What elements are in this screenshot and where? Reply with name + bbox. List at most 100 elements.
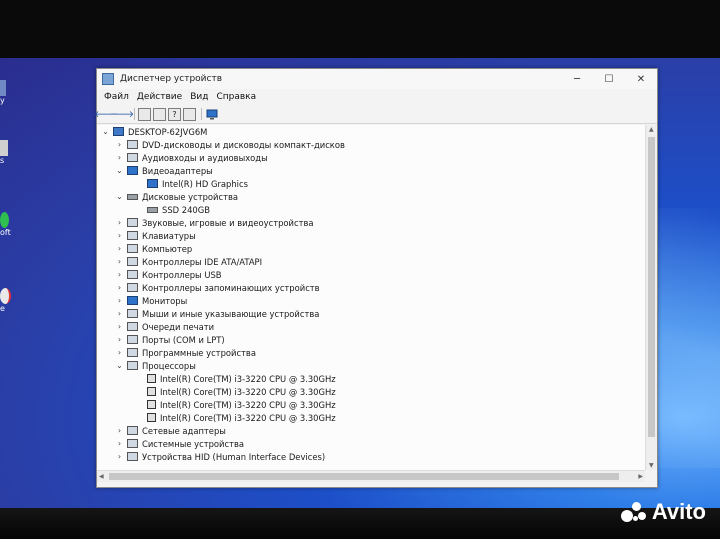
desktop-icon-4[interactable]: e	[0, 288, 14, 313]
tree-category-item[interactable]: ⌄ Видеоадаптеры	[115, 164, 213, 177]
expand-chevron-icon[interactable]: ›	[115, 426, 124, 435]
scan-hardware-monitor-icon[interactable]	[205, 108, 219, 121]
close-button[interactable]: ✕	[625, 74, 657, 85]
desktop-icon-graphic	[0, 288, 11, 304]
expand-chevron-icon[interactable]: ›	[115, 257, 124, 266]
forward-arrow-icon[interactable]: 🡒	[110, 108, 134, 121]
disk-drive-icon	[147, 206, 158, 213]
device-category-icon	[127, 218, 138, 227]
tree-category-item[interactable]: ⌄ Дисковые устройства	[115, 190, 238, 203]
tree-category-item[interactable]: › DVD-дисководы и дисководы компакт-диско…	[115, 138, 345, 151]
desktop-icon-label: e	[0, 304, 5, 313]
update-driver-icon[interactable]	[153, 107, 166, 121]
collapse-chevron-icon[interactable]: ⌄	[115, 192, 124, 201]
scroll-left-arrow-icon[interactable]: ◀	[99, 473, 104, 480]
tree-item-label: Клавиатуры	[142, 230, 196, 241]
cpu-chip-icon	[147, 413, 156, 422]
tree-item-label: Устройства HID (Human Interface Devices)	[142, 451, 326, 462]
tree-category-item[interactable]: › Мониторы	[115, 294, 187, 307]
tree-device-item[interactable]: Intel(R) Core(TM) i3-3220 CPU @ 3.30GHz	[135, 385, 336, 398]
cpu-chip-icon	[147, 374, 156, 383]
expand-chevron-icon[interactable]: ›	[115, 322, 124, 331]
view-resources-icon[interactable]	[183, 107, 196, 121]
tree-category-item[interactable]: › Клавиатуры	[115, 229, 196, 242]
device-category-icon	[127, 140, 138, 149]
tree-item-label: Контроллеры IDE ATA/ATAPI	[142, 256, 263, 267]
expand-chevron-icon[interactable]: ›	[115, 218, 124, 227]
horizontal-scrollbar[interactable]: ◀ ▶	[97, 470, 645, 482]
expand-chevron-icon[interactable]: ›	[115, 140, 124, 149]
tree-device-item[interactable]: Intel(R) Core(TM) i3-3220 CPU @ 3.30GHz	[135, 411, 336, 424]
expand-chevron-icon[interactable]: ›	[115, 348, 124, 357]
maximize-button[interactable]: ☐	[593, 74, 625, 85]
device-category-icon	[127, 283, 138, 292]
tree-category-item[interactable]: › Программные устройства	[115, 346, 256, 359]
tree-category-item[interactable]: › Системные устройства	[115, 437, 244, 450]
horizontal-scroll-thumb[interactable]	[109, 473, 619, 480]
cpu-chip-icon	[147, 387, 156, 396]
menu-help[interactable]: Справка	[212, 92, 260, 102]
device-category-icon	[127, 309, 138, 318]
collapse-chevron-icon[interactable]: ⌄	[115, 361, 124, 370]
desktop-icon-1[interactable]: y	[0, 80, 14, 105]
tree-category-item[interactable]: › Сетевые адаптеры	[115, 424, 226, 437]
tree-category-item[interactable]: › Звуковые, игровые и видеоустройства	[115, 216, 314, 229]
collapse-chevron-icon[interactable]: ⌄	[115, 166, 124, 175]
expand-chevron-icon[interactable]: ›	[115, 296, 124, 305]
tree-category-item[interactable]: › Порты (COM и LPT)	[115, 333, 225, 346]
desktop-icon-2[interactable]: s	[0, 140, 14, 165]
tree-device-item[interactable]: Intel(R) Core(TM) i3-3220 CPU @ 3.30GHz	[135, 398, 336, 411]
collapse-chevron-icon[interactable]: ⌄	[101, 127, 110, 136]
expand-chevron-icon[interactable]: ›	[115, 452, 124, 461]
tree-category-item[interactable]: › Контроллеры IDE ATA/ATAPI	[115, 255, 262, 268]
title-bar[interactable]: Диспетчер устройств ─ ☐ ✕	[97, 69, 657, 89]
expand-chevron-icon[interactable]: ›	[115, 270, 124, 279]
expand-chevron-icon[interactable]: ›	[115, 335, 124, 344]
tree-category-item[interactable]: ⌄ Процессоры	[115, 359, 196, 372]
expand-chevron-icon[interactable]: ›	[115, 309, 124, 318]
tree-item-label: Дисковые устройства	[142, 191, 239, 202]
device-category-icon	[127, 270, 138, 279]
menu-action[interactable]: Действие	[133, 92, 186, 102]
tree-item-label: Порты (COM и LPT)	[142, 334, 225, 345]
vertical-scrollbar[interactable]: ▲ ▼	[645, 125, 657, 470]
tree-device-item[interactable]: Intel(R) HD Graphics	[135, 177, 248, 190]
expand-chevron-icon[interactable]: ›	[115, 244, 124, 253]
expand-chevron-icon[interactable]: ›	[115, 283, 124, 292]
tree-category-item[interactable]: › Очереди печати	[115, 320, 214, 333]
device-category-icon	[127, 231, 138, 240]
help-icon[interactable]: ?	[168, 107, 181, 121]
disk-drive-icon	[127, 193, 138, 200]
tree-device-item[interactable]: SSD 240GB	[135, 203, 210, 216]
tree-item-label: Очереди печати	[142, 321, 215, 332]
device-manager-window[interactable]: Диспетчер устройств ─ ☐ ✕ Файл Действие …	[94, 68, 658, 488]
tree-category-item[interactable]: › Контроллеры USB	[115, 268, 222, 281]
tree-category-item[interactable]: › Компьютер	[115, 242, 192, 255]
expand-chevron-icon[interactable]: ›	[115, 153, 124, 162]
scroll-down-arrow-icon[interactable]: ▼	[649, 462, 654, 469]
expand-chevron-icon[interactable]: ›	[115, 439, 124, 448]
tree-item-label: DVD-дисководы и дисководы компакт-дисков	[142, 139, 345, 150]
menu-file[interactable]: Файл	[100, 92, 133, 102]
tree-device-item[interactable]: Intel(R) Core(TM) i3-3220 CPU @ 3.30GHz	[135, 372, 336, 385]
desktop-icon-3[interactable]: oft	[0, 212, 14, 237]
monitor-bezel	[0, 508, 720, 539]
tree-item-label: Процессоры	[142, 360, 196, 371]
scroll-right-arrow-icon[interactable]: ▶	[638, 473, 643, 480]
scroll-up-arrow-icon[interactable]: ▲	[649, 126, 654, 133]
minimize-button[interactable]: ─	[561, 74, 593, 85]
window-title: Диспетчер устройств	[120, 74, 223, 84]
avito-wordmark: Avito	[651, 499, 706, 524]
vertical-scroll-thumb[interactable]	[648, 137, 655, 437]
tree-category-item[interactable]: › Контроллеры запоминающих устройств	[115, 281, 320, 294]
properties-icon[interactable]	[138, 107, 151, 121]
expand-chevron-icon[interactable]: ›	[115, 231, 124, 240]
tree-item-label: Intel(R) Core(TM) i3-3220 CPU @ 3.30GHz	[160, 399, 336, 410]
tree-item-label: Сетевые адаптеры	[142, 425, 226, 436]
menu-view[interactable]: Вид	[186, 92, 212, 102]
tree-category-item[interactable]: › Аудиовходы и аудиовыходы	[115, 151, 268, 164]
device-tree[interactable]: ⌄ DESKTOP-62JVG6M › DVD-дисководы и диско…	[97, 125, 645, 470]
tree-category-item[interactable]: › Устройства HID (Human Interface Devices…	[115, 450, 325, 463]
tree-category-item[interactable]: › Мыши и иные указывающие устройства	[115, 307, 320, 320]
tree-root[interactable]: ⌄ DESKTOP-62JVG6M	[101, 125, 207, 138]
